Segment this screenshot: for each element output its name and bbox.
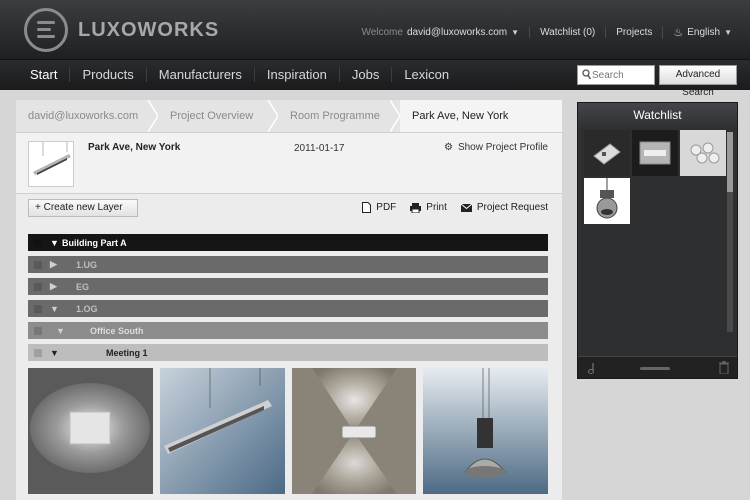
project-date: 2011-01-17 — [294, 143, 345, 154]
tree-row-1og[interactable]: ▼ 1.OG — [28, 300, 548, 317]
document-icon — [362, 202, 372, 213]
breadcrumb: david@luxoworks.com Project Overview Roo… — [16, 100, 562, 132]
tree-row-building-part-a[interactable]: ▼ Building Part A — [28, 234, 548, 251]
watchlist-item[interactable] — [584, 130, 630, 176]
trash-icon[interactable] — [719, 361, 729, 374]
luxoworks-logo-icon[interactable] — [24, 8, 68, 52]
product-image-spot-pendant[interactable] — [423, 368, 548, 494]
breadcrumb-item-current: Park Ave, New York — [400, 100, 562, 132]
nav-item-manufacturers[interactable]: Manufacturers — [145, 67, 254, 82]
welcome-label: Welcome — [361, 27, 403, 38]
breadcrumb-item-account[interactable]: david@luxoworks.com — [16, 100, 158, 132]
project-actions: PDF Print Project Request — [362, 202, 548, 213]
checkbox[interactable] — [34, 238, 42, 247]
nav-item-inspiration[interactable]: Inspiration — [253, 67, 339, 82]
checkbox[interactable] — [34, 348, 42, 357]
user-menu[interactable]: Welcome david@luxoworks.com ▼ — [351, 27, 529, 38]
print-button[interactable]: Print — [410, 202, 447, 213]
watchlist-link[interactable]: Watchlist (0) — [529, 27, 605, 38]
product-image-wall-uplight[interactable] — [291, 368, 417, 494]
checkbox[interactable] — [34, 304, 42, 313]
chevron-down-icon: ▼ — [511, 28, 520, 37]
drag-handle[interactable] — [640, 367, 670, 370]
projects-link[interactable]: Projects — [605, 27, 662, 38]
product-gallery — [28, 368, 548, 494]
language-label: English — [687, 27, 721, 38]
project-summary: Park Ave, New York 2011-01-17 ⚙ Show Pro… — [16, 132, 562, 194]
watchlist-title: Watchlist — [578, 103, 737, 128]
triangle-down-icon[interactable]: ▼ — [50, 238, 62, 248]
top-header: LUXOWORKS Welcome david@luxoworks.com ▼ … — [0, 0, 750, 60]
tree-row-meeting-1[interactable]: ▼ Meeting 1 — [28, 344, 548, 361]
project-thumbnail[interactable] — [28, 141, 74, 187]
checkbox[interactable] — [34, 282, 42, 291]
triangle-down-icon[interactable]: ▼ — [50, 348, 62, 358]
watchlist-footer — [578, 356, 737, 378]
create-layer-button[interactable]: + Create new Layer — [28, 199, 138, 217]
triangle-down-icon[interactable]: ▼ — [50, 304, 62, 314]
watchlist-item[interactable] — [680, 130, 726, 176]
project-name: Park Ave, New York — [88, 142, 181, 153]
product-image-linear-pendant[interactable] — [159, 368, 285, 494]
watchlist-item[interactable] — [632, 130, 678, 176]
breadcrumb-item-room-programme[interactable]: Room Programme — [278, 100, 400, 132]
watchlist-item[interactable] — [584, 178, 630, 224]
music-note-icon[interactable] — [586, 362, 596, 374]
breadcrumb-item-overview[interactable]: Project Overview — [158, 100, 278, 132]
language-selector[interactable]: ♨ English ▼ — [662, 26, 742, 39]
tree-row-office-south[interactable]: ▼ Office South — [28, 322, 548, 339]
watchlist-scrollbar[interactable] — [727, 132, 733, 332]
layer-tree: ▼ Building Part A ▶ 1.UG ▶ EG ▼ 1.OG ▼ O… — [28, 234, 548, 366]
project-panel: david@luxoworks.com Project Overview Roo… — [16, 100, 562, 500]
chevron-down-icon: ▼ — [724, 28, 732, 37]
user-nav: Welcome david@luxoworks.com ▼ Watchlist … — [351, 26, 742, 39]
project-request-button[interactable]: Project Request — [460, 202, 548, 213]
nav-item-lexicon[interactable]: Lexicon — [391, 67, 461, 82]
watchlist-grid — [584, 130, 726, 340]
triangle-right-icon[interactable]: ▶ — [50, 259, 62, 270]
user-email: david@luxoworks.com — [406, 27, 508, 38]
search-icon — [582, 69, 591, 80]
nav-item-start[interactable]: Start — [18, 67, 69, 82]
triangle-right-icon[interactable]: ▶ — [50, 281, 62, 292]
tree-row-1ug[interactable]: ▶ 1.UG — [28, 256, 548, 273]
mail-icon — [460, 203, 472, 212]
checkbox[interactable] — [34, 326, 42, 335]
product-image-wall-light[interactable] — [28, 368, 153, 494]
project-toolbar: + Create new Layer PDF Print Project Req… — [16, 194, 562, 222]
tree-row-eg[interactable]: ▶ EG — [28, 278, 548, 295]
flame-icon: ♨ — [673, 27, 684, 39]
nav-item-jobs[interactable]: Jobs — [338, 67, 391, 82]
show-project-profile-link[interactable]: ⚙ Show Project Profile — [444, 142, 548, 153]
checkbox[interactable] — [34, 260, 42, 269]
triangle-down-icon[interactable]: ▼ — [56, 326, 68, 336]
pdf-button[interactable]: PDF — [362, 202, 396, 213]
printer-icon — [410, 202, 422, 213]
nav-item-products[interactable]: Products — [69, 67, 145, 82]
advanced-search-button[interactable]: Advanced Search — [659, 65, 737, 98]
watchlist-panel: Watchlist — [577, 102, 738, 379]
logo-text[interactable]: LUXOWORKS — [78, 19, 219, 42]
gear-icon: ⚙ — [443, 142, 453, 153]
